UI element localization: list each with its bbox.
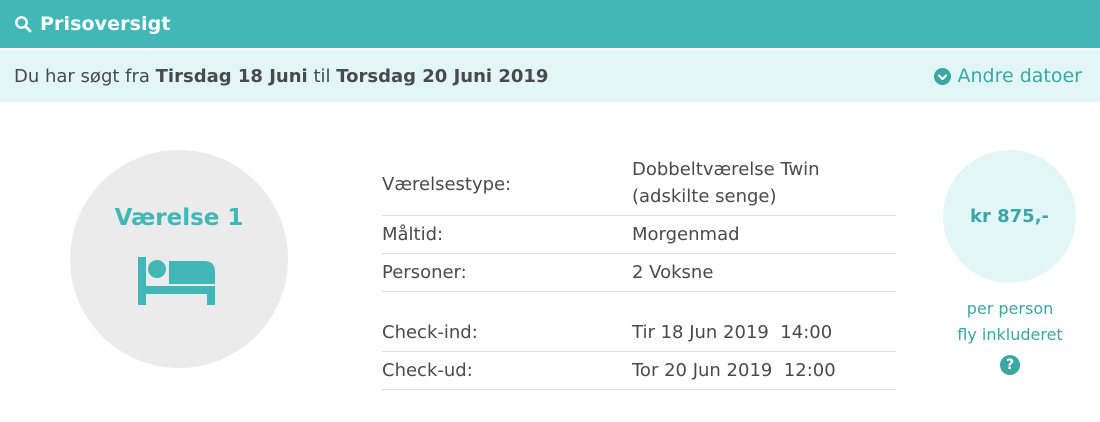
- price-badge: kr 875,-: [943, 150, 1076, 283]
- detail-label: Check-ud:: [382, 360, 473, 381]
- help-icon[interactable]: ?: [1000, 355, 1020, 375]
- other-dates-label: Andre datoer: [957, 65, 1082, 87]
- search-summary: Du har søgt fra Tirsdag 18 Juni til Tors…: [14, 66, 548, 87]
- detail-row-room-type: Værelsestype: Dobbeltværelse Twin (adski…: [382, 150, 896, 216]
- detail-label: Måltid:: [382, 224, 444, 245]
- detail-label: Personer:: [382, 262, 467, 283]
- detail-row-persons: Personer: 2 Voksne: [382, 254, 896, 292]
- price-note: per person fly inkluderet: [930, 296, 1090, 348]
- search-prefix: Du har søgt fra: [14, 65, 150, 87]
- detail-value: Tir 18 Jun 2019 14:00: [632, 322, 833, 343]
- detail-row-meal: Måltid: Morgenmad: [382, 216, 896, 254]
- search-to-date: Torsdag 20 Juni 2019: [336, 65, 549, 87]
- detail-spacer: [382, 292, 896, 314]
- room-details: Værelsestype: Dobbeltværelse Twin (adski…: [382, 150, 896, 390]
- search-icon: [14, 14, 34, 34]
- detail-value: Dobbeltværelse Twin (adskilte senge): [632, 150, 896, 215]
- search-from-date: Tirsdag 18 Juni: [155, 65, 308, 87]
- detail-row-check-out: Check-ud: Tor 20 Jun 2019 12:00: [382, 352, 896, 390]
- room-badge: Værelse 1: [70, 150, 288, 368]
- search-summary-bar: Du har søgt fra Tirsdag 18 Juni til Tors…: [0, 50, 1100, 102]
- detail-value: 2 Voksne: [632, 262, 714, 283]
- price-amount: kr 875,-: [970, 206, 1049, 227]
- price-note-flight-included: fly inkluderet: [957, 325, 1063, 344]
- detail-value: Tor 20 Jun 2019 12:00: [632, 360, 836, 381]
- room-title: Værelse 1: [114, 205, 244, 231]
- page-title: Prisoversigt: [40, 13, 171, 35]
- detail-row-check-in: Check-ind: Tir 18 Jun 2019 14:00: [382, 314, 896, 352]
- detail-value: Morgenmad: [632, 224, 740, 245]
- search-connector: til: [313, 65, 331, 87]
- detail-label: Check-ind:: [382, 322, 478, 343]
- room-type-line2: (adskilte senge): [632, 186, 777, 207]
- page-header: Prisoversigt: [0, 0, 1100, 48]
- price-note-per-person: per person: [966, 299, 1054, 318]
- circle-arrow-down-icon: [934, 67, 952, 85]
- detail-label: Værelsestype:: [382, 174, 512, 195]
- other-dates-link[interactable]: Andre datoer: [934, 65, 1082, 87]
- room-type-line1: Dobbeltværelse Twin: [632, 159, 820, 180]
- bed-icon: [138, 257, 218, 305]
